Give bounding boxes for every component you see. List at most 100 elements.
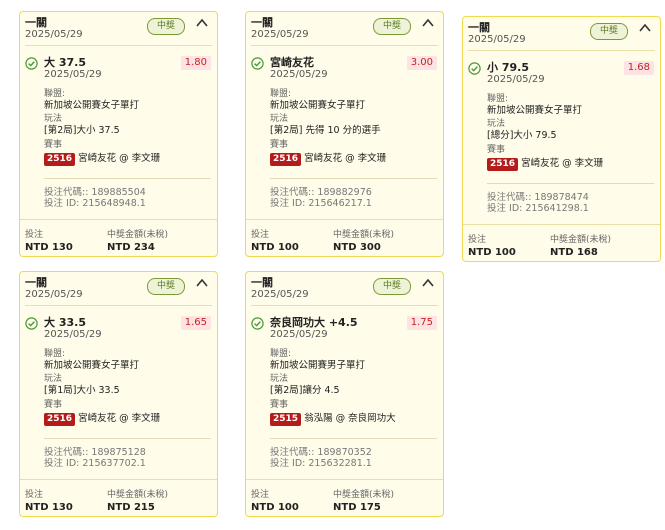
divider <box>487 183 654 184</box>
bet-date: 2025/05/29 <box>251 289 309 300</box>
league-label: 聯盟: <box>270 89 292 99</box>
check-circle-icon <box>468 62 481 75</box>
event-code-badge: 2516 <box>44 413 76 426</box>
stake-amount: NTD 100 <box>251 242 299 253</box>
selection-date: 2025/05/29 <box>270 329 328 340</box>
chevron-up-icon[interactable] <box>638 21 652 35</box>
selection-date: 2025/05/29 <box>487 74 545 85</box>
win-amount: NTD 175 <box>333 502 381 513</box>
stake-label: 投注 <box>468 235 487 245</box>
selection-name: 大 33.5 <box>44 316 86 329</box>
stake-label: 投注 <box>25 230 44 240</box>
bet-id: 投注 ID: 215648948.1 <box>44 198 146 209</box>
selection-name: 大 37.5 <box>44 56 86 69</box>
selection-date: 2025/05/29 <box>44 329 102 340</box>
selection-name: 宮崎友花 <box>270 56 314 69</box>
league-name: 新加坡公開賽女子單打 <box>487 105 583 116</box>
divider <box>44 178 211 179</box>
play-type: [第2局]大小 37.5 <box>44 125 120 136</box>
chevron-up-icon[interactable] <box>195 16 209 30</box>
event-label: 賽事 <box>270 400 289 410</box>
event-line: 2516 宮崎友花 @ 李文珊 <box>44 152 160 166</box>
odds-value: 3.00 <box>406 56 437 70</box>
event-code-badge: 2516 <box>270 153 302 166</box>
event-line: 2516 宮崎友花 @ 李文珊 <box>270 152 386 166</box>
event-label: 賽事 <box>487 145 506 155</box>
win-amount-label: 中獎金額(未稅) <box>550 235 612 245</box>
divider <box>246 479 443 480</box>
stake-amount: NTD 130 <box>25 242 73 253</box>
event-code-badge: 2516 <box>44 153 76 166</box>
selection-name: 奈良岡功大 +4.5 <box>270 316 358 329</box>
event-line: 2515 翁泓陽 @ 奈良岡功大 <box>270 412 396 426</box>
league-label: 聯盟: <box>270 349 292 359</box>
play-label: 玩法 <box>44 374 63 384</box>
divider <box>251 305 438 306</box>
event-teams: 宮崎友花 @ 李文珊 <box>78 153 161 164</box>
check-circle-icon <box>251 317 264 330</box>
win-amount: NTD 300 <box>333 242 381 253</box>
win-amount-label: 中獎金額(未稅) <box>107 230 169 240</box>
status-badge: 中獎 <box>147 18 185 35</box>
league-label: 聯盟: <box>44 89 66 99</box>
stake-amount: NTD 100 <box>468 247 516 258</box>
play-type: [總分]大小 79.5 <box>487 130 557 141</box>
bet-id: 投注 ID: 215637702.1 <box>44 458 146 469</box>
selection-date: 2025/05/29 <box>44 69 102 80</box>
play-label: 玩法 <box>487 119 506 129</box>
status-badge: 中獎 <box>373 278 411 295</box>
divider <box>20 219 217 220</box>
divider <box>44 438 211 439</box>
event-teams: 翁泓陽 @ 奈良岡功大 <box>304 413 396 424</box>
event-line: 2516 宮崎友花 @ 李文珊 <box>44 412 160 426</box>
league-name: 新加坡公開賽女子單打 <box>44 100 140 111</box>
stake-amount: NTD 130 <box>25 502 73 513</box>
selection-name: 小 79.5 <box>487 61 529 74</box>
divider <box>20 479 217 480</box>
play-type: [第2局] 先得 10 分的選手 <box>270 125 381 136</box>
event-code-badge: 2515 <box>270 413 302 426</box>
bet-type-title: 一關 <box>25 276 47 289</box>
win-amount: NTD 168 <box>550 247 598 258</box>
bet-card: 一關 2025/05/29 中獎 大 33.5 2025/05/29 1.65 … <box>19 271 218 517</box>
event-label: 賽事 <box>44 140 63 150</box>
bet-card: 一關 2025/05/29 中獎 奈良岡功大 +4.5 2025/05/29 1… <box>245 271 444 517</box>
bet-code: 投注代碼:: 189885504 <box>44 187 146 198</box>
league-label: 聯盟: <box>487 94 509 104</box>
check-circle-icon <box>25 317 38 330</box>
stake-label: 投注 <box>251 230 270 240</box>
bet-card: 一關 2025/05/29 中獎 大 37.5 2025/05/29 1.80 … <box>19 11 218 257</box>
stake-amount: NTD 100 <box>251 502 299 513</box>
odds-value: 1.68 <box>623 61 654 75</box>
play-type: [第1局]大小 33.5 <box>44 385 120 396</box>
bet-code: 投注代碼:: 189878474 <box>487 192 589 203</box>
bet-type-title: 一關 <box>251 276 273 289</box>
selection-date: 2025/05/29 <box>270 69 328 80</box>
win-amount-label: 中獎金額(未稅) <box>333 230 395 240</box>
bet-code: 投注代碼:: 189870352 <box>270 447 372 458</box>
play-type: [第2局]讓分 4.5 <box>270 385 340 396</box>
odds-value: 1.80 <box>180 56 211 70</box>
bet-type-title: 一關 <box>468 21 490 34</box>
chevron-up-icon[interactable] <box>195 276 209 290</box>
status-badge: 中獎 <box>147 278 185 295</box>
chevron-up-icon[interactable] <box>421 16 435 30</box>
divider <box>468 50 655 51</box>
chevron-up-icon[interactable] <box>421 276 435 290</box>
divider <box>270 438 437 439</box>
bet-code: 投注代碼:: 189875128 <box>44 447 146 458</box>
stake-label: 投注 <box>25 490 44 500</box>
win-amount: NTD 215 <box>107 502 155 513</box>
divider <box>25 45 212 46</box>
win-amount-label: 中獎金額(未稅) <box>333 490 395 500</box>
league-name: 新加坡公開賽男子單打 <box>270 360 366 371</box>
league-name: 新加坡公開賽女子單打 <box>44 360 140 371</box>
check-circle-icon <box>251 57 264 70</box>
divider <box>25 305 212 306</box>
bet-id: 投注 ID: 215632281.1 <box>270 458 372 469</box>
bet-code: 投注代碼:: 189882976 <box>270 187 372 198</box>
league-name: 新加坡公開賽女子單打 <box>270 100 366 111</box>
event-label: 賽事 <box>44 400 63 410</box>
bet-id: 投注 ID: 215646217.1 <box>270 198 372 209</box>
check-circle-icon <box>25 57 38 70</box>
